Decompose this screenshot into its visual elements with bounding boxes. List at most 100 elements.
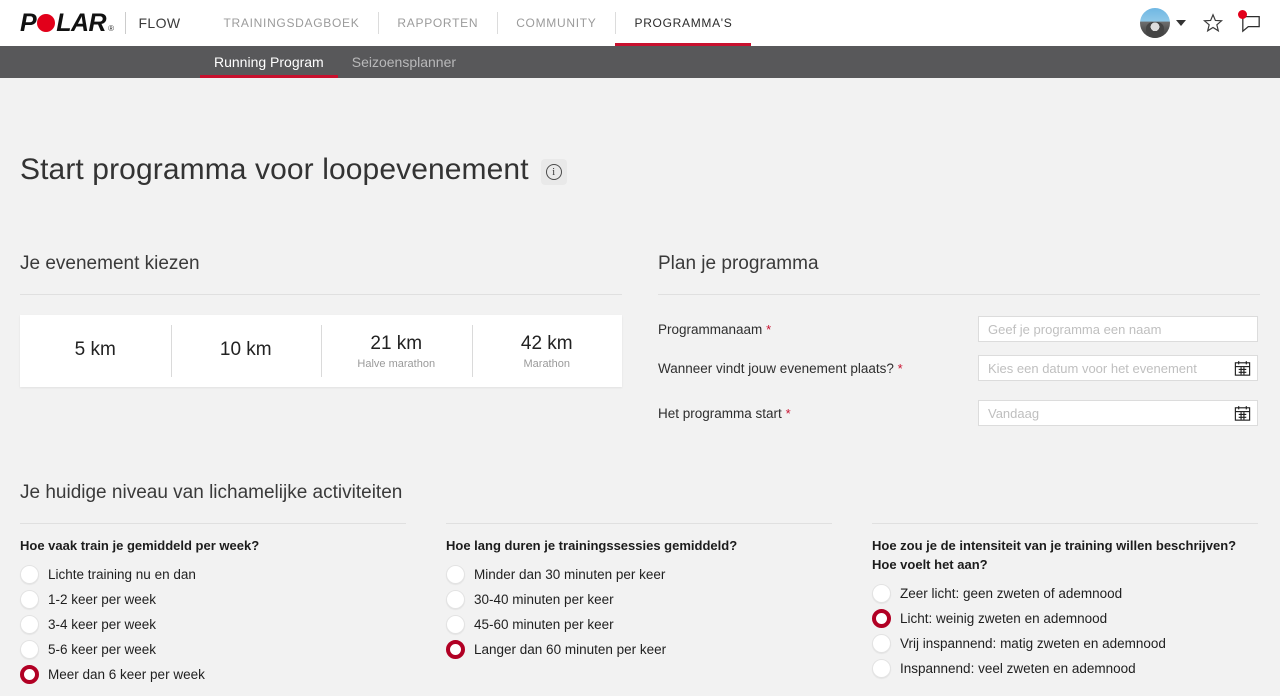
field-wrap <box>978 316 1258 343</box>
divider <box>446 523 832 525</box>
radio-label: Minder dan 30 minuten per keer <box>474 567 666 583</box>
subnav-item-seizoensplanner[interactable]: Seizoensplanner <box>338 46 470 78</box>
form-row-event-date: Wanneer vindt jouw evenement plaats? * <box>658 354 1260 382</box>
logo-text-before: P <box>20 8 37 37</box>
program-start-input[interactable] <box>978 400 1258 427</box>
question-title: Hoe zou je de intensiteit van je trainin… <box>872 538 1237 573</box>
required-marker: * <box>785 405 791 421</box>
radio-label: Licht: weinig zweten en ademnood <box>900 610 1108 626</box>
radio-icon-checked[interactable] <box>872 608 891 628</box>
event-option-42km[interactable]: 42 km Marathon <box>471 315 623 387</box>
plan-section-heading: Plan je programma <box>658 253 819 275</box>
page-content: Start programma voor loopevenement i Je … <box>0 78 1280 687</box>
event-option-21km[interactable]: 21 km Halve marathon <box>321 315 472 387</box>
radio-group-intensity: Zeer licht: geen zweten of ademnood Lich… <box>872 581 1258 681</box>
radio-icon-checked[interactable] <box>446 640 465 660</box>
calendar-icon[interactable] <box>1233 359 1252 378</box>
divider <box>658 294 1260 296</box>
radio-option[interactable]: Inspannend: veel zweten en ademnood <box>872 656 1258 681</box>
nav-label: COMMUNITY <box>516 16 597 30</box>
product-name: FLOW <box>138 15 181 31</box>
subnav-item-running-program[interactable]: Running Program <box>200 46 338 78</box>
radio-option[interactable]: 5-6 keer per week <box>20 637 406 662</box>
question-frequency: Hoe vaak train je gemiddeld per week? Li… <box>20 523 406 687</box>
event-option-10km[interactable]: 10 km <box>170 315 322 387</box>
nav-label: TRAININGSDAGBOEK <box>223 16 360 30</box>
required-marker: * <box>766 321 772 337</box>
speech-bubble-icon[interactable] <box>1238 10 1262 33</box>
subnav-label: Running Program <box>214 54 324 70</box>
radio-icon-checked[interactable] <box>20 665 39 685</box>
divider <box>20 294 622 296</box>
form-row-program-start: Het programma start * <box>658 399 1260 427</box>
radio-label: 30-40 minuten per keer <box>474 592 614 608</box>
calendar-icon[interactable] <box>1233 404 1252 423</box>
radio-option[interactable]: Lichte training nu en dan <box>20 562 406 587</box>
event-distance-card: 5 km 10 km 21 km Halve marathon 42 km Ma… <box>20 315 623 388</box>
page-title-row: Start programma voor loopevenement i <box>20 78 1260 207</box>
event-distance: 10 km <box>219 338 272 360</box>
event-option-5km[interactable]: 5 km <box>20 315 171 387</box>
radio-option[interactable]: Zeer licht: geen zweten of ademnood <box>872 581 1258 606</box>
question-duration: Hoe lang duren je trainingssessies gemid… <box>446 523 832 687</box>
radio-option[interactable]: Vrij inspannend: matig zweten en ademnoo… <box>872 631 1258 656</box>
event-distance: 5 km <box>74 338 116 360</box>
event-date-input[interactable] <box>978 355 1258 382</box>
radio-option[interactable]: 45-60 minuten per keer <box>446 612 832 637</box>
nav-item-rapporten[interactable]: RAPPORTEN <box>378 0 497 46</box>
main-navigation: TRAININGSDAGBOEK RAPPORTEN COMMUNITY PRO… <box>205 0 752 46</box>
radio-icon[interactable] <box>446 590 465 610</box>
event-subtitle: Halve marathon <box>357 357 436 370</box>
radio-label: Zeer licht: geen zweten of ademnood <box>900 585 1123 601</box>
divider <box>872 523 1258 525</box>
nav-item-trainingsdagboek[interactable]: TRAININGSDAGBOEK <box>205 0 379 46</box>
question-title: Hoe vaak train je gemiddeld per week? <box>20 538 260 554</box>
radio-group-duration: Minder dan 30 minuten per keer 30-40 min… <box>446 562 832 662</box>
radio-label: Lichte training nu en dan <box>48 567 196 583</box>
chevron-down-icon[interactable] <box>1176 20 1186 26</box>
radio-option[interactable]: 30-40 minuten per keer <box>446 587 832 612</box>
registered-mark: ® <box>108 23 114 33</box>
radio-label: Vrij inspannend: matig zweten en ademnoo… <box>900 635 1166 651</box>
label-program-name: Programmanaam * <box>658 322 978 337</box>
logo-divider <box>125 12 127 34</box>
logo-text-after: LAR <box>56 8 107 37</box>
nav-item-programmas[interactable]: PROGRAMMA'S <box>615 0 752 46</box>
radio-option[interactable]: Minder dan 30 minuten per keer <box>446 562 832 587</box>
program-name-input[interactable] <box>978 316 1258 343</box>
plan-form: Programmanaam * Wanneer vindt jouw evene… <box>658 315 1260 427</box>
question-columns: Hoe vaak train je gemiddeld per week? Li… <box>20 523 1260 687</box>
radio-icon[interactable] <box>872 633 891 653</box>
radio-icon[interactable] <box>872 583 891 603</box>
nav-label: RAPPORTEN <box>397 16 479 30</box>
radio-icon[interactable] <box>20 615 39 635</box>
radio-option-selected[interactable]: Meer dan 6 keer per week <box>20 662 406 687</box>
required-marker: * <box>897 360 903 376</box>
radio-label: 1-2 keer per week <box>48 592 157 608</box>
radio-option[interactable]: 3-4 keer per week <box>20 612 406 637</box>
radio-option-selected[interactable]: Langer dan 60 minuten per keer <box>446 637 832 662</box>
activity-section: Je huidige niveau van lichamelijke activ… <box>20 482 1260 687</box>
form-row-program-name: Programmanaam * <box>658 315 1260 343</box>
nav-item-community[interactable]: COMMUNITY <box>497 0 615 46</box>
question-title: Hoe lang duren je trainingssessies gemid… <box>446 538 738 554</box>
radio-option-selected[interactable]: Licht: weinig zweten en ademnood <box>872 606 1258 631</box>
top-bar: P LAR ® FLOW TRAININGSDAGBOEK RAPPORTEN … <box>0 0 1280 46</box>
star-icon[interactable] <box>1202 12 1224 34</box>
radio-icon[interactable] <box>446 565 465 585</box>
avatar <box>1140 8 1170 38</box>
radio-icon[interactable] <box>20 590 39 610</box>
radio-option[interactable]: 1-2 keer per week <box>20 587 406 612</box>
info-button[interactable]: i <box>540 159 567 186</box>
label-event-date: Wanneer vindt jouw evenement plaats? * <box>658 361 978 376</box>
radio-icon[interactable] <box>446 615 465 635</box>
radio-icon[interactable] <box>20 640 39 660</box>
radio-icon[interactable] <box>872 658 891 678</box>
radio-icon[interactable] <box>20 565 39 585</box>
radio-label: 45-60 minuten per keer <box>474 617 614 633</box>
polar-red-dot-icon <box>37 13 56 32</box>
user-menu[interactable] <box>1140 8 1186 38</box>
label-text: Programmanaam <box>658 321 763 337</box>
radio-label: 5-6 keer per week <box>48 642 157 658</box>
brand-logo[interactable]: P LAR ® FLOW <box>0 0 181 46</box>
